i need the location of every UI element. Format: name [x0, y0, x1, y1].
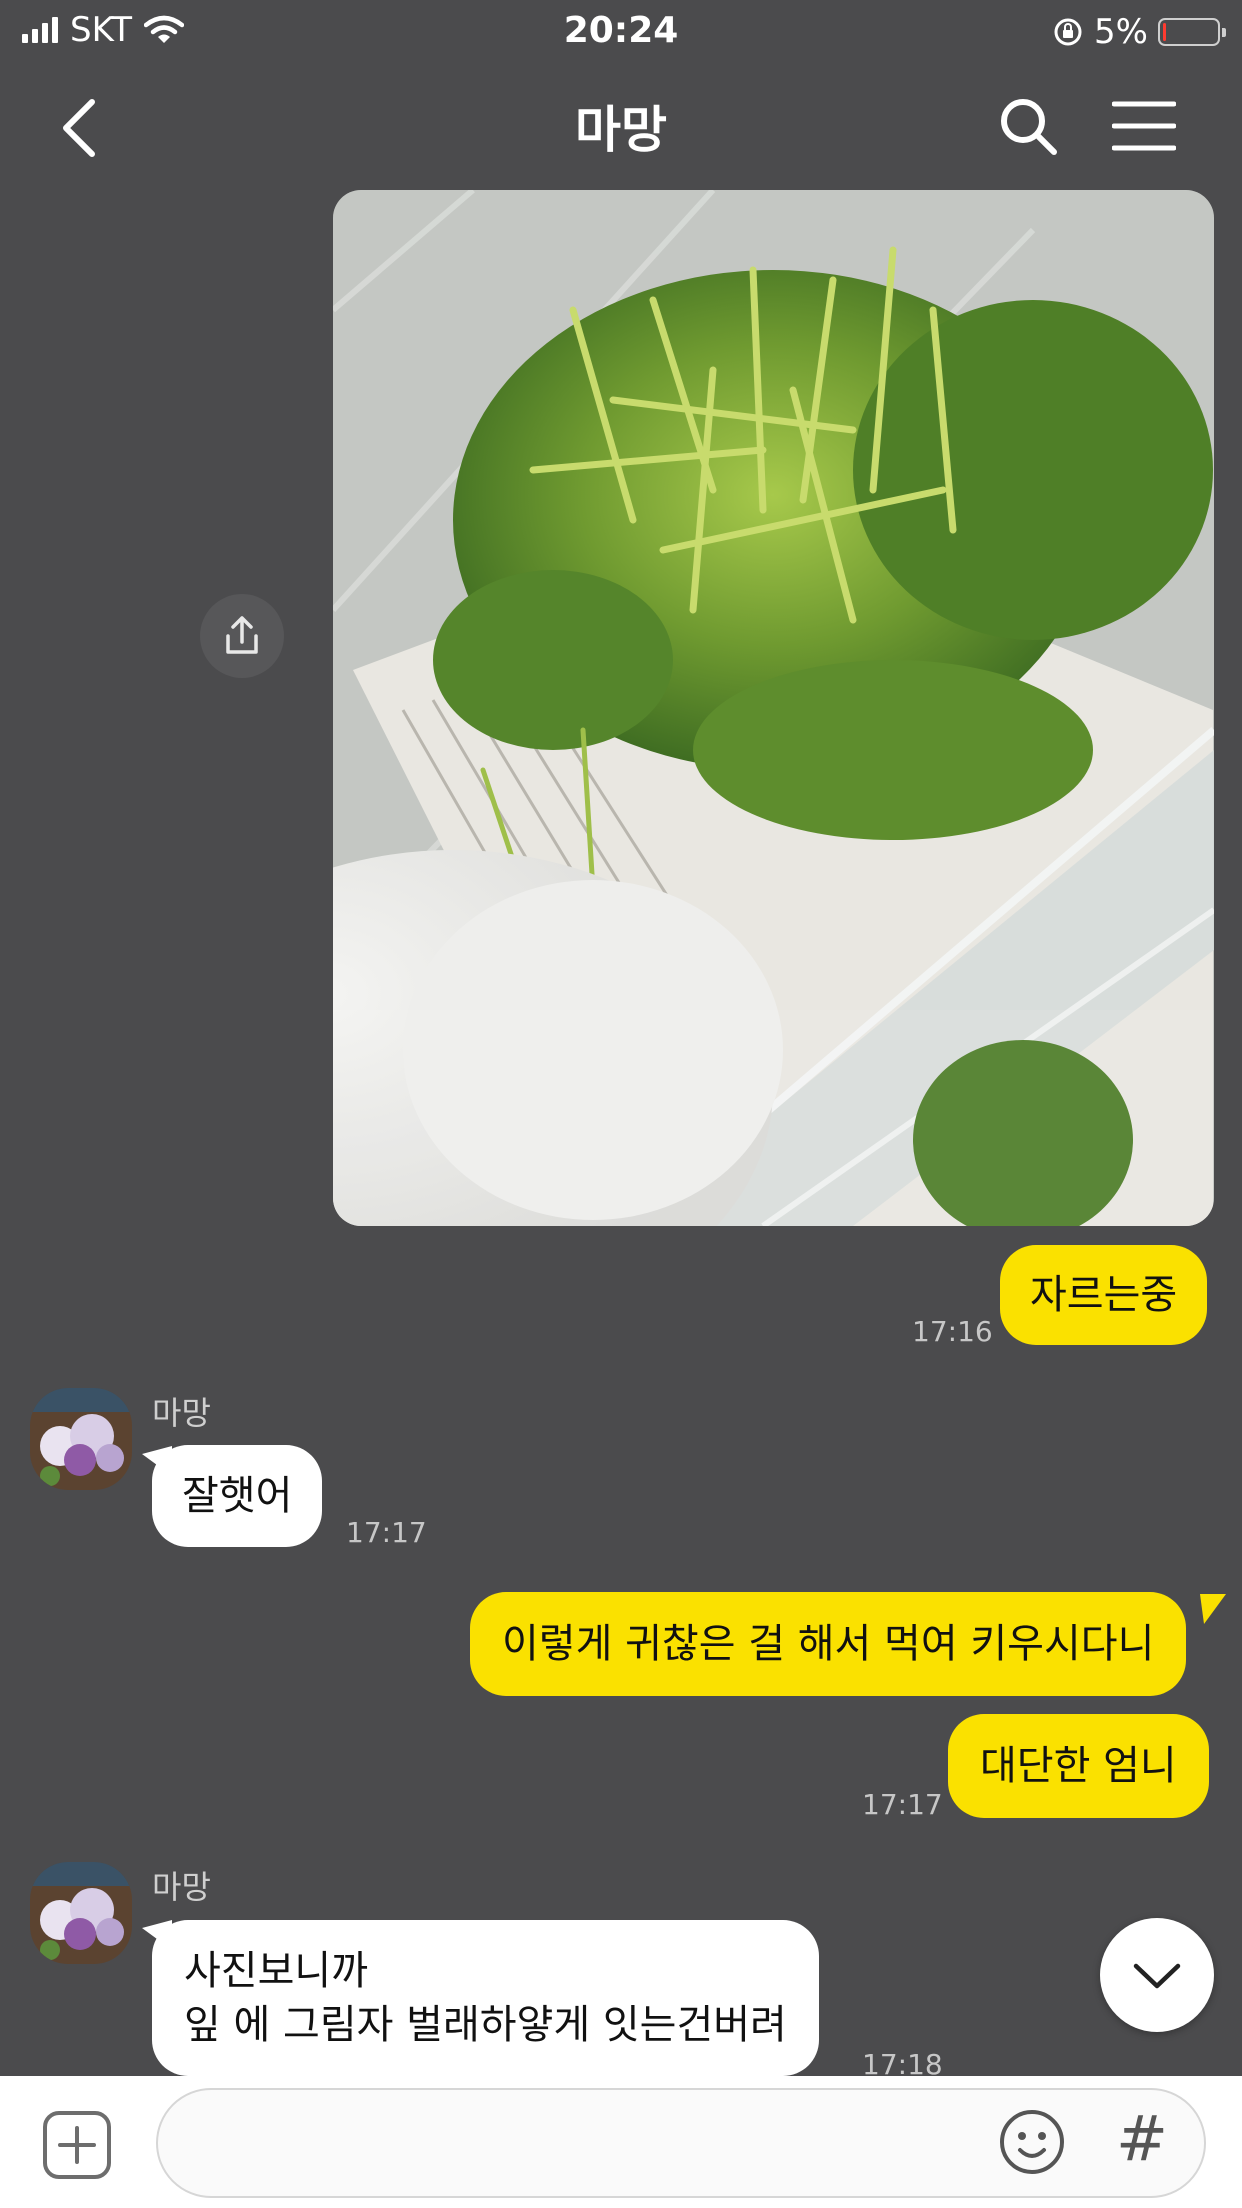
message-input-bar: #	[0, 2076, 1242, 2208]
their-message-bubble[interactable]: 잘햇어	[152, 1445, 323, 1547]
photo-message[interactable]	[333, 190, 1214, 1226]
emoticon-icon[interactable]	[996, 2106, 1068, 2178]
bubble-tail	[1200, 1594, 1226, 1624]
message-text: 대단한 엄니	[980, 1743, 1177, 1789]
battery-percent: 5%	[1094, 12, 1148, 52]
message-text: 자르는중	[1030, 1272, 1178, 1318]
message-text: 잘햇어	[182, 1473, 293, 1519]
message-line: 잎 에 그림자 벌래하얗게 잇는건버려	[184, 2002, 787, 2048]
my-message-bubble[interactable]: 대단한 엄니	[948, 1714, 1209, 1818]
avatar[interactable]	[30, 1862, 132, 1964]
share-icon	[226, 616, 258, 654]
chat-header: 마망	[0, 62, 1242, 190]
back-chevron-icon[interactable]	[52, 96, 108, 160]
photo-of-cut-greens	[333, 190, 1214, 1226]
sender-name: 마망	[152, 1394, 211, 1432]
battery-icon	[1158, 18, 1226, 46]
hashtag-search-icon[interactable]: #	[1116, 2102, 1168, 2175]
attach-plus-icon[interactable]	[42, 2110, 112, 2180]
avatar[interactable]	[30, 1388, 132, 1490]
status-bar: SKT 20:24 5%	[0, 0, 1242, 62]
their-message-bubble[interactable]: 사진보니까 잎 에 그림자 벌래하얗게 잇는건버려	[152, 1920, 819, 2076]
menu-icon[interactable]	[1112, 100, 1176, 152]
scroll-to-bottom-button[interactable]	[1100, 1918, 1214, 2032]
search-icon[interactable]	[996, 94, 1060, 158]
chevron-down-icon	[1133, 1963, 1181, 1989]
my-message-bubble[interactable]: 자르는중	[1000, 1245, 1208, 1345]
share-button[interactable]	[200, 594, 284, 678]
sender-name: 마망	[152, 1868, 211, 1906]
orientation-lock-icon	[1054, 18, 1082, 46]
message-timestamp: 17:17	[862, 1788, 943, 1821]
message-timestamp: 17:16	[912, 1315, 993, 1348]
message-timestamp: 17:17	[346, 1516, 427, 1549]
message-text: 이렇게 귀찮은 걸 해서 먹여 키우시다니	[502, 1621, 1155, 1667]
my-message-bubble[interactable]: 이렇게 귀찮은 걸 해서 먹여 키우시다니	[470, 1592, 1187, 1696]
message-line: 사진보니까	[184, 1948, 368, 1994]
